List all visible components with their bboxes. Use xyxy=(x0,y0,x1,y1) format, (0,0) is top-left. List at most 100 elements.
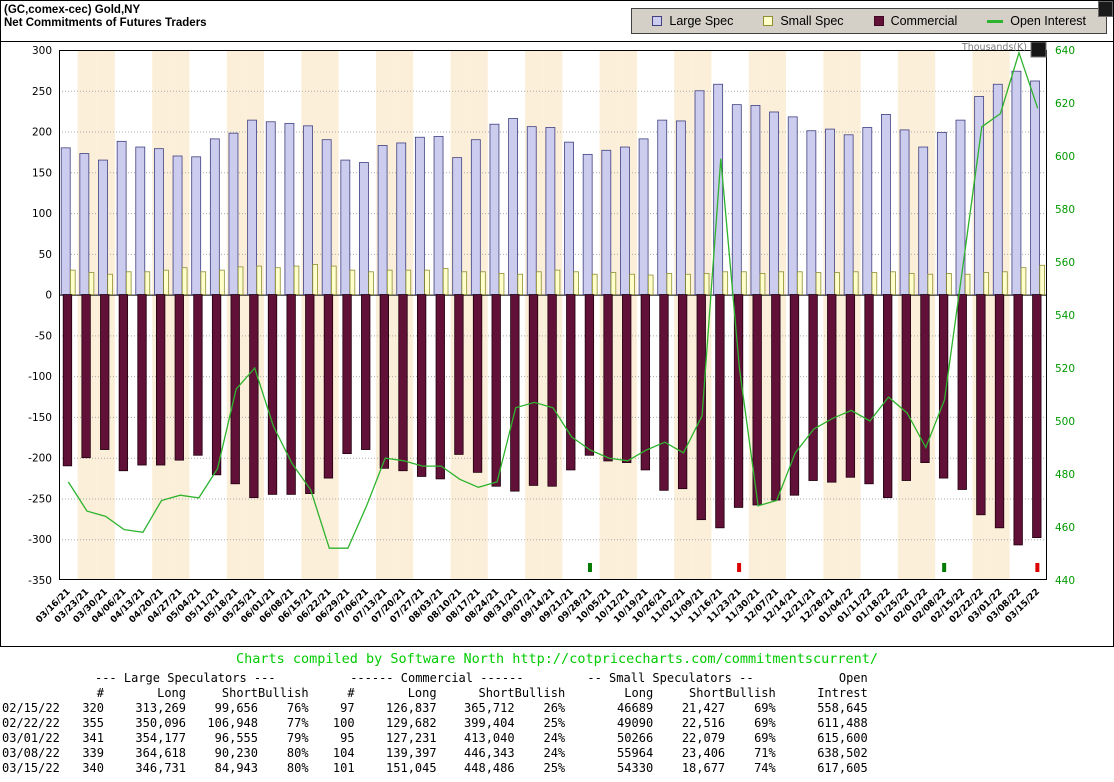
commercial-bar xyxy=(1013,294,1023,546)
large-spec-bar xyxy=(60,147,71,296)
cot-chart: 300250200150100500-50-100-150-200-250-30… xyxy=(1,42,1113,646)
right-axis-tick: 440 xyxy=(1055,575,1075,587)
large-spec-bar xyxy=(657,119,668,296)
small-spec-bar xyxy=(330,265,337,296)
table-cell: 100 xyxy=(332,716,355,730)
commercial-bar xyxy=(677,294,688,490)
line-swatch-icon xyxy=(987,19,1004,23)
table-header-spacer xyxy=(2,671,62,686)
large-spec-bar xyxy=(284,122,295,296)
small-spec-bar xyxy=(629,273,635,296)
large-spec-bar xyxy=(881,114,891,296)
small-spec-bar xyxy=(312,264,318,296)
small-spec-bar xyxy=(797,271,803,296)
small-spec-bar xyxy=(125,271,132,296)
x-axis-labels: 03/16/2103/23/2103/30/2104/06/2104/13/21… xyxy=(34,587,1042,625)
table-cell: 313,269 xyxy=(135,701,186,715)
table-cell: 69% xyxy=(754,731,776,745)
table-cell: 413,040 xyxy=(464,731,515,745)
table-cell: 50266 xyxy=(617,731,654,745)
commercial-bar xyxy=(286,294,296,495)
legend-item-open-interest: Open Interest xyxy=(987,14,1086,28)
left-axis-tick: -250 xyxy=(28,493,52,505)
small-spec-bar xyxy=(536,271,542,296)
table-column-header: Bullish xyxy=(514,686,566,700)
left-axis-tick: 50 xyxy=(39,249,52,261)
right-axis-tick: 500 xyxy=(1055,416,1075,428)
left-axis-tick: 250 xyxy=(32,86,52,98)
right-axis-tick: 620 xyxy=(1055,98,1075,110)
cot-page: (GC,comex-cec) Gold,NY Net Commitments o… xyxy=(0,0,1114,782)
commercial-bar xyxy=(547,294,557,487)
commercial-bar xyxy=(1032,294,1042,539)
commercial-bar xyxy=(994,294,1005,529)
large-spec-bar xyxy=(98,159,108,296)
left-axis-tick: 200 xyxy=(32,127,52,139)
small-spec-bar xyxy=(70,269,76,296)
large-spec-bar xyxy=(340,159,351,296)
large-spec-bar xyxy=(731,104,742,296)
left-axis-tick: -300 xyxy=(28,534,52,546)
commercial-bar xyxy=(267,294,278,495)
signal-mark-red xyxy=(1035,563,1040,572)
large-spec-bar xyxy=(508,118,518,296)
table-cell-date: 02/22/22 xyxy=(2,716,60,730)
left-axis-tick: -350 xyxy=(28,575,52,587)
small-spec-bar xyxy=(107,273,113,296)
table-cell: 21,427 xyxy=(681,701,726,715)
small-spec-bar xyxy=(964,273,971,296)
commercial-bar xyxy=(771,294,781,501)
table-cell: 558,645 xyxy=(817,701,868,715)
small-spec-bar xyxy=(554,269,561,296)
large-spec-bar xyxy=(489,123,500,296)
commercial-bar xyxy=(603,294,613,462)
large-spec-bar xyxy=(825,128,835,296)
commercial-bar xyxy=(230,294,240,485)
large-spec-bar xyxy=(321,139,332,296)
table-column-header: Short xyxy=(478,686,515,700)
table-cell: 340 xyxy=(82,761,104,775)
commercial-bar xyxy=(528,294,539,486)
commercial-bar xyxy=(193,294,203,456)
commercial-bar xyxy=(491,294,501,487)
window-corner-button[interactable] xyxy=(1098,1,1113,17)
table-row: 02/15/22 320 313,269 99,656 76% 97 126,837 365,… xyxy=(2,701,868,716)
table-cell: 448,486 xyxy=(464,761,515,775)
small-spec-bar xyxy=(722,271,729,296)
commercial-bar xyxy=(827,294,837,483)
right-axis-tick: 640 xyxy=(1055,45,1075,57)
large-spec-bar xyxy=(526,126,537,296)
large-spec-bar xyxy=(116,140,127,296)
small-spec-bar xyxy=(815,272,822,296)
commercial-bar xyxy=(118,294,129,472)
large-spec-bar xyxy=(414,136,425,296)
table-cell: 46689 xyxy=(617,701,654,715)
right-axis-tick: 540 xyxy=(1055,310,1075,322)
table-cell: 74% xyxy=(754,761,776,775)
table-cell: 346,731 xyxy=(135,761,186,775)
small-spec-bar xyxy=(983,272,990,296)
commercial-bar xyxy=(715,294,725,529)
large-spec-bar xyxy=(135,146,146,296)
large-spec-bar xyxy=(452,157,463,296)
large-spec-bar xyxy=(228,132,239,296)
large-spec-bar xyxy=(955,119,966,296)
commercial-bar xyxy=(789,294,800,496)
large-spec-bar xyxy=(247,119,258,296)
chart-corner-button[interactable] xyxy=(1030,42,1047,58)
large-spec-bar xyxy=(564,141,574,296)
table-cell: 364,618 xyxy=(135,746,186,760)
commercial-bar xyxy=(323,294,334,479)
commercial-bar xyxy=(211,294,222,476)
commercial-bar xyxy=(920,294,930,463)
commercial-bar xyxy=(864,294,874,485)
table-cell: 320 xyxy=(82,701,104,715)
small-spec-bar xyxy=(946,273,952,296)
commercial-bar xyxy=(957,294,967,490)
large-spec-bar xyxy=(377,145,388,296)
bars xyxy=(60,70,1045,546)
large-spec-bar xyxy=(154,148,164,296)
large-spec-bar xyxy=(806,130,817,296)
table-cell: 90,230 xyxy=(214,746,258,760)
small-spec-bar xyxy=(741,271,747,296)
